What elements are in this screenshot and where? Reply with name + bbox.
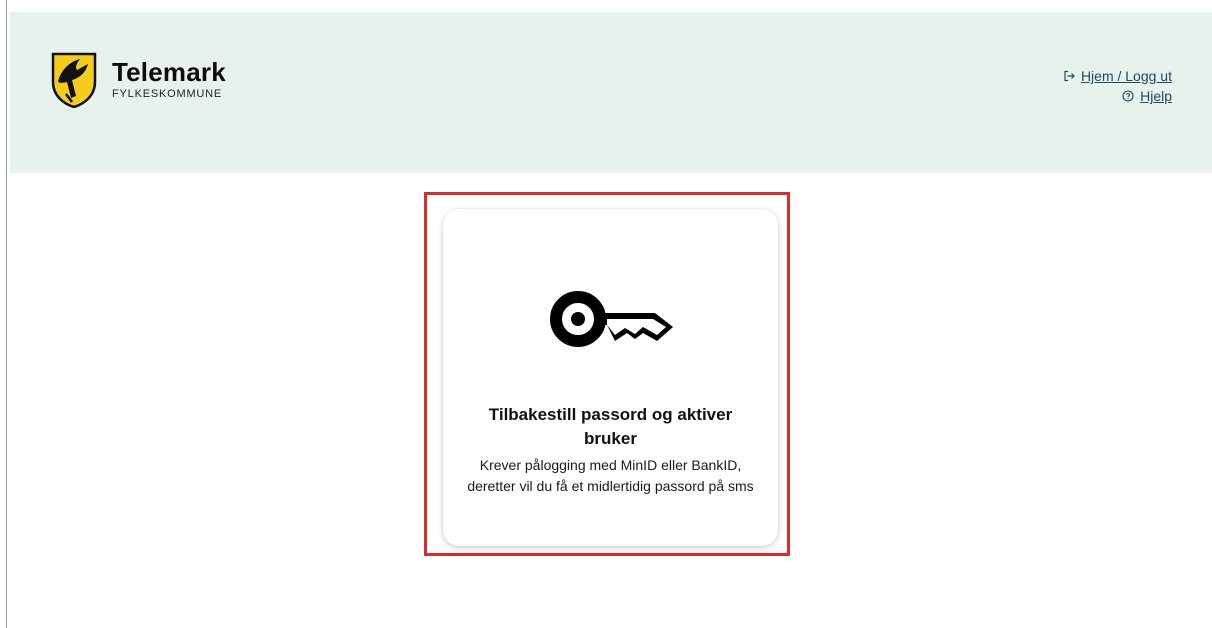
header-links: Hjem / Logg ut Hjelp	[1063, 66, 1172, 106]
help-circle-icon	[1122, 90, 1134, 102]
brand-name: Telemark	[112, 57, 226, 87]
page-left-border	[6, 0, 7, 628]
reset-password-card[interactable]: Tilbakestill passord og aktiver bruker K…	[443, 209, 778, 546]
help-link-row: Hjelp	[1063, 86, 1172, 106]
card-title: Tilbakestill passord og aktiver bruker	[488, 405, 733, 448]
brand-subtitle: FYLKESKOMMUNE	[112, 88, 223, 100]
brand-logo[interactable]: Telemark FYLKESKOMMUNE	[50, 52, 226, 108]
telemark-crest-icon	[51, 52, 97, 108]
help-link[interactable]: Hjelp	[1140, 86, 1172, 106]
home-logout-link[interactable]: Hjem / Logg ut	[1081, 66, 1172, 86]
card-description: Krever pålogging med MinID eller BankID,…	[467, 457, 754, 494]
key-icon	[550, 291, 673, 347]
home-logout-link-row: Hjem / Logg ut	[1063, 66, 1172, 86]
logout-icon	[1064, 70, 1075, 82]
site-header: Telemark FYLKESKOMMUNE Hjem / Logg ut Hj…	[10, 12, 1212, 173]
